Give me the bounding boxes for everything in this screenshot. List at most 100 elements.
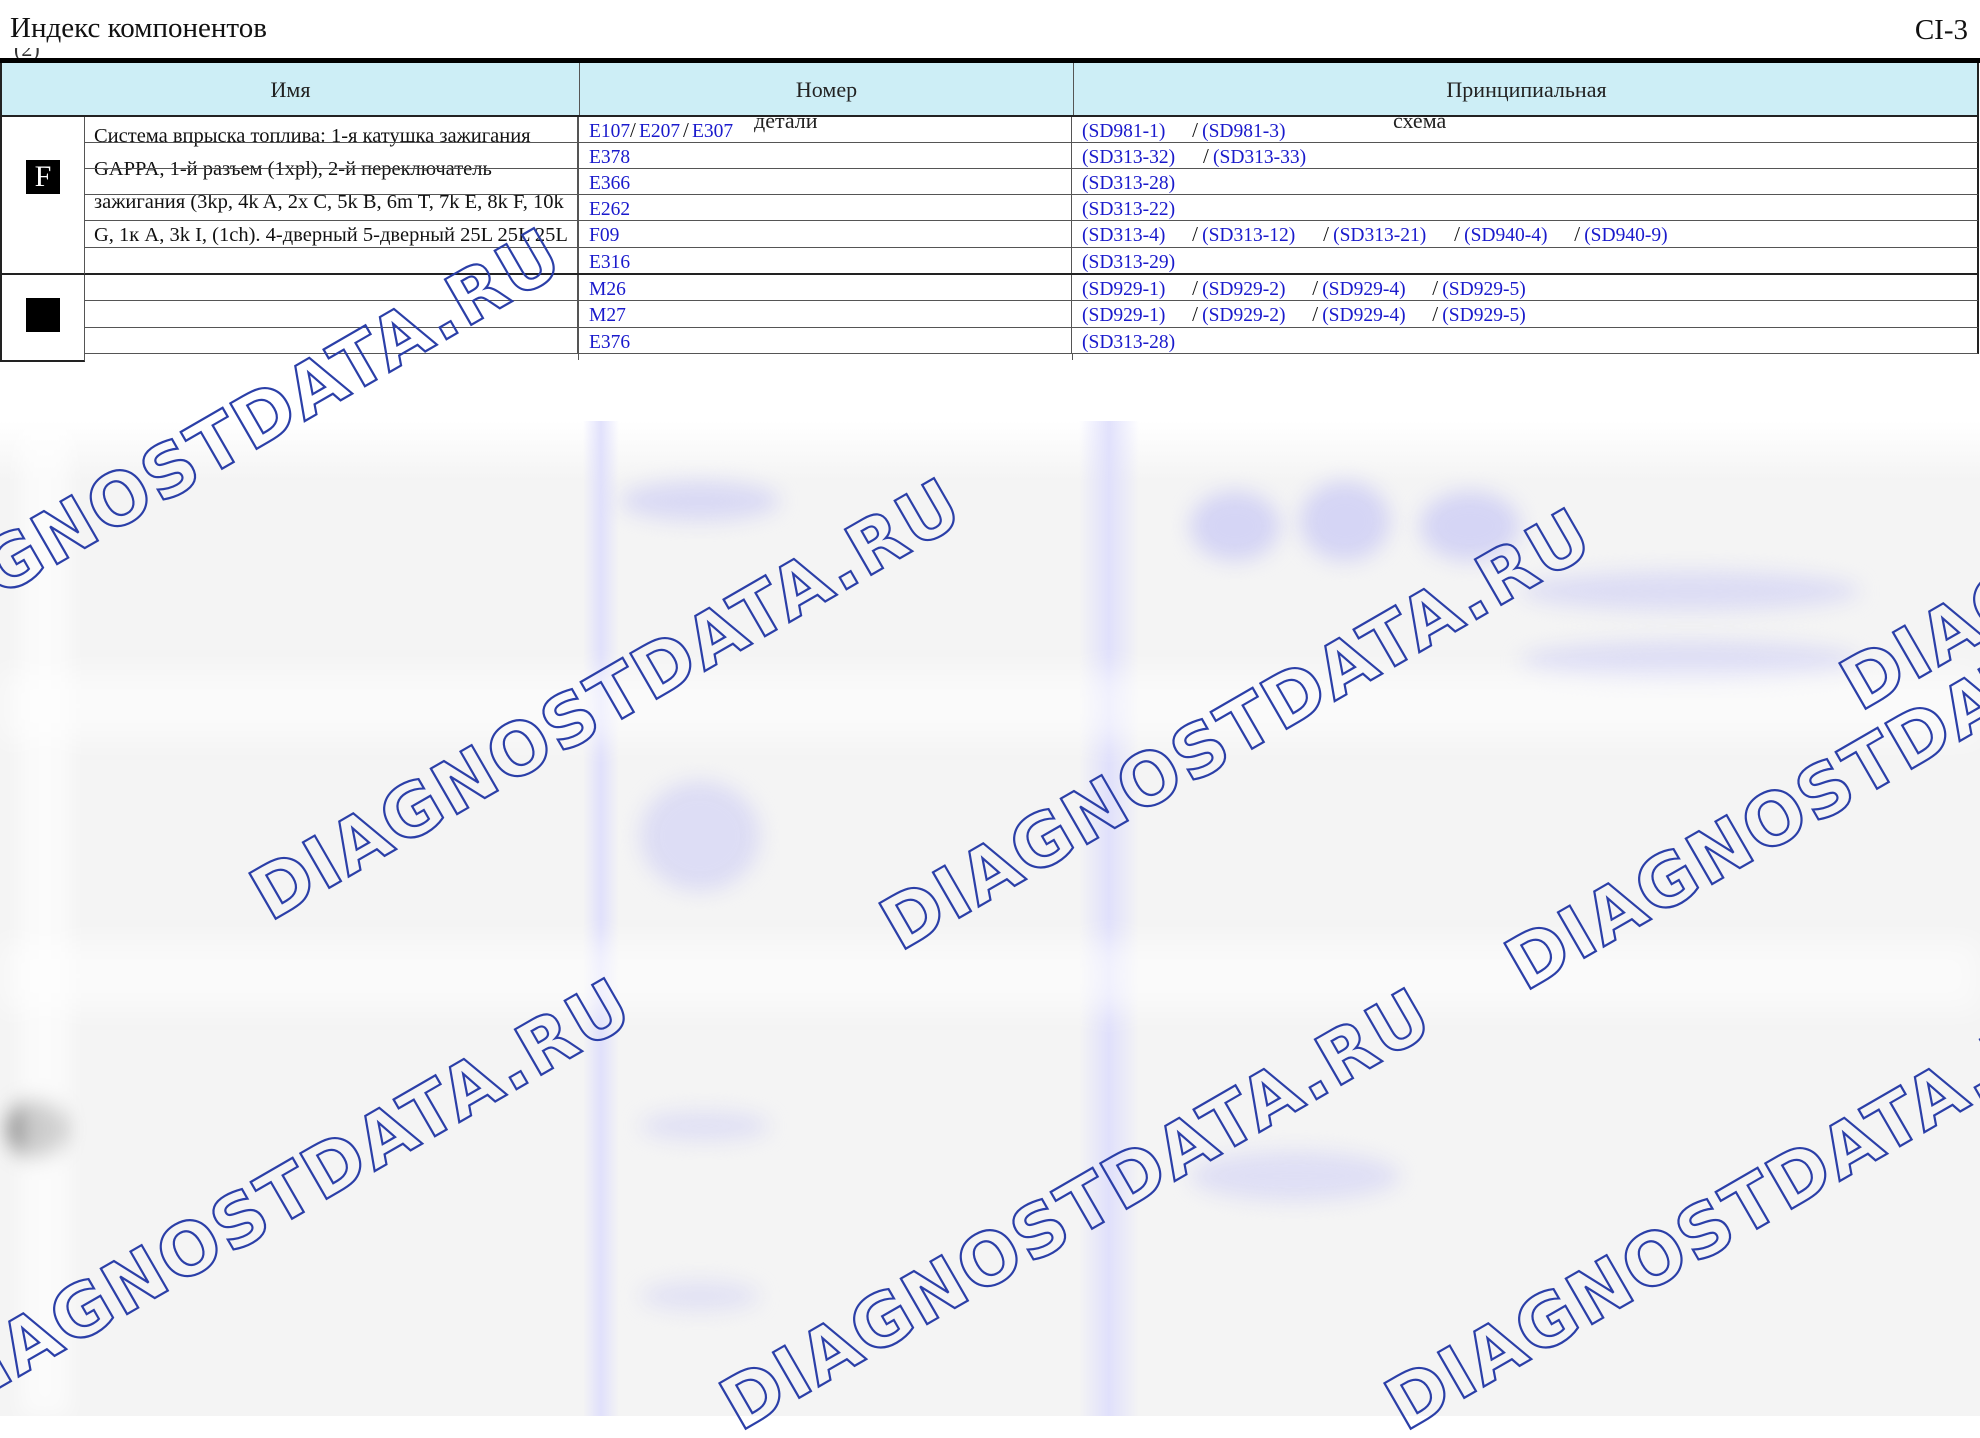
group-letter-badge: F bbox=[26, 160, 60, 194]
separator: / bbox=[1432, 278, 1438, 299]
blur-spot bbox=[640, 781, 760, 891]
schematic-link[interactable]: (SD929-5) bbox=[1442, 280, 1525, 300]
page-title: Индекс компонентов bbox=[10, 14, 267, 43]
schematic-cell: (SD313-28) bbox=[1072, 169, 1977, 194]
table-row: E262 (SD313-22) bbox=[85, 195, 1979, 221]
schematic-link[interactable]: (SD929-4) bbox=[1322, 280, 1405, 300]
schematic-link[interactable]: (SD929-5) bbox=[1442, 306, 1525, 326]
watermark-graphic: DIAGNOSTDATA.RU bbox=[270, 922, 271, 923]
schematic-link[interactable]: (SD981-1) bbox=[1082, 122, 1165, 142]
part-number-cell: E378 bbox=[578, 143, 1072, 168]
part-number-link[interactable]: E262 bbox=[589, 200, 630, 220]
group-cell: F bbox=[0, 117, 85, 275]
blur-column-1 bbox=[583, 421, 619, 1416]
watermark-graphic: DIAGNOSTDATA.RU bbox=[740, 1432, 741, 1433]
schematic-cell: (SD981-1) /(SD981-3) bbox=[1072, 117, 1977, 142]
separator: / bbox=[1192, 278, 1198, 299]
schematic-link[interactable]: (SD929-2) bbox=[1202, 280, 1285, 300]
separator: / bbox=[683, 120, 689, 141]
schematic-link[interactable]: (SD313-22) bbox=[1082, 200, 1175, 220]
part-number-link[interactable]: E376 bbox=[589, 333, 630, 353]
schematic-link[interactable]: (SD929-1) bbox=[1082, 280, 1165, 300]
schematic-link[interactable]: (SD313-28) bbox=[1082, 174, 1175, 194]
blur-spot bbox=[620, 481, 780, 521]
separator: / bbox=[630, 120, 636, 141]
column-header-part-number-label: Номер bbox=[580, 79, 1073, 101]
separator: / bbox=[1323, 224, 1329, 245]
table-row: M26(SD929-1)/(SD929-2)/(SD929-4)/(SD929-… bbox=[85, 275, 1979, 301]
watermark-graphic: DIAGNOSTDATA.RU bbox=[1405, 1432, 1406, 1433]
schematic-link[interactable]: (SD313-29) bbox=[1082, 253, 1175, 273]
column-header-part-number: Номер bbox=[580, 63, 1074, 115]
part-number-cell: E366 bbox=[578, 169, 1072, 194]
blur-spot bbox=[1190, 491, 1280, 561]
table-header: Имя Номер Принципиальная bbox=[0, 63, 1979, 117]
column-header-name: Имя bbox=[2, 63, 580, 115]
watermark: DIAGNOSTDATA.RU bbox=[900, 940, 901, 941]
schematic-link[interactable]: (SD313-32) bbox=[1082, 148, 1175, 168]
part-number-cell: E107/E207/E307 bbox=[578, 117, 1072, 142]
separator: / bbox=[1454, 224, 1460, 245]
schematic-link[interactable]: (SD313-28) bbox=[1082, 333, 1175, 353]
watermark: DIAGNOSTDATA.RU bbox=[1405, 1420, 1406, 1421]
column-divider bbox=[578, 354, 579, 360]
part-number-link[interactable]: E316 bbox=[589, 253, 630, 273]
column-divider bbox=[1072, 354, 1073, 360]
separator: / bbox=[1574, 224, 1580, 245]
part-number-link[interactable]: F09 bbox=[589, 226, 619, 246]
schematic-cell: (SD313-4)/(SD313-12)/(SD313-21)/(SD940-4… bbox=[1072, 221, 1977, 247]
schematic-link[interactable]: (SD929-1) bbox=[1082, 306, 1165, 326]
part-number-cell: M27 bbox=[578, 301, 1072, 327]
blur-spot bbox=[640, 1111, 770, 1141]
schematic-cell: (SD313-29) bbox=[1072, 248, 1977, 273]
watermark: DIAGNOSTDATA.RU bbox=[1525, 980, 1526, 981]
blur-spot bbox=[1300, 481, 1390, 561]
part-number-link[interactable]: E378 bbox=[589, 148, 630, 168]
schematic-cell: (SD929-1)/(SD929-2)/(SD929-4)/(SD929-5) bbox=[1072, 301, 1977, 327]
table-row: E366 (SD313-28) bbox=[85, 169, 1979, 195]
part-number-link[interactable]: E366 bbox=[589, 174, 630, 194]
column-header-name-label: Имя bbox=[2, 79, 579, 101]
schematic-link[interactable]: (SD313-4) bbox=[1082, 226, 1165, 246]
schematic-link[interactable]: (SD929-2) bbox=[1202, 306, 1285, 326]
column-header-schematic-label: Принципиальная bbox=[1074, 79, 1979, 101]
part-number-cell: E316 bbox=[578, 248, 1072, 273]
watermark: DIAGNOSTDATA.RU bbox=[740, 1420, 741, 1421]
group-cell bbox=[0, 275, 85, 362]
part-number-link[interactable]: E107 bbox=[589, 122, 630, 142]
part-number-link[interactable]: E207 bbox=[639, 122, 680, 142]
schematic-cell: (SD929-1)/(SD929-2)/(SD929-4)/(SD929-5) bbox=[1072, 275, 1977, 300]
blur-band bbox=[0, 941, 1980, 1011]
separator: / bbox=[1432, 304, 1438, 325]
watermark-graphic: DIAGNOSTDATA.RU bbox=[1860, 712, 1861, 713]
blur-spot bbox=[640, 1281, 760, 1311]
blur-band bbox=[0, 671, 1980, 741]
schematic-link[interactable]: (SD313-12) bbox=[1202, 226, 1295, 246]
separator: / bbox=[1192, 120, 1198, 141]
schematic-link[interactable]: (SD940-4) bbox=[1464, 226, 1547, 246]
separator: / bbox=[1192, 224, 1198, 245]
watermark: DIAGNOSTDATA.RU bbox=[270, 910, 271, 911]
page-code: CI-3 bbox=[1915, 16, 1968, 45]
schematic-cell: (SD313-28) bbox=[1072, 328, 1977, 353]
table-row: E316 (SD313-29) bbox=[85, 248, 1979, 275]
part-number-cell: E376 bbox=[578, 328, 1072, 353]
part-number-cell: M26 bbox=[578, 275, 1072, 300]
schematic-link[interactable]: (SD313-21) bbox=[1333, 226, 1426, 246]
part-number-link[interactable]: M26 bbox=[589, 280, 626, 300]
group-letter-badge bbox=[26, 298, 60, 332]
schematic-link[interactable]: (SD313-33) bbox=[1213, 148, 1306, 168]
part-number-link[interactable]: M27 bbox=[589, 306, 626, 326]
part-number-cell: E262 bbox=[578, 195, 1072, 220]
schematic-cell: (SD313-32) /(SD313-33) bbox=[1072, 143, 1977, 168]
schematic-link[interactable]: (SD940-9) bbox=[1584, 226, 1667, 246]
separator: / bbox=[1312, 278, 1318, 299]
schematic-link[interactable]: (SD929-4) bbox=[1322, 306, 1405, 326]
separator: / bbox=[1203, 146, 1209, 167]
column-header-schematic: Принципиальная bbox=[1074, 63, 1979, 115]
part-number-link[interactable]: E307 bbox=[692, 122, 733, 142]
schematic-link[interactable]: (SD981-3) bbox=[1202, 122, 1285, 142]
watermark-graphic: DIAGNOSTDATA.RU bbox=[1525, 992, 1526, 993]
page-header: Индекс компонентов (2) CI-3 bbox=[0, 0, 1980, 64]
watermark-graphic: DIAGNOSTDATA.RU bbox=[900, 952, 901, 953]
